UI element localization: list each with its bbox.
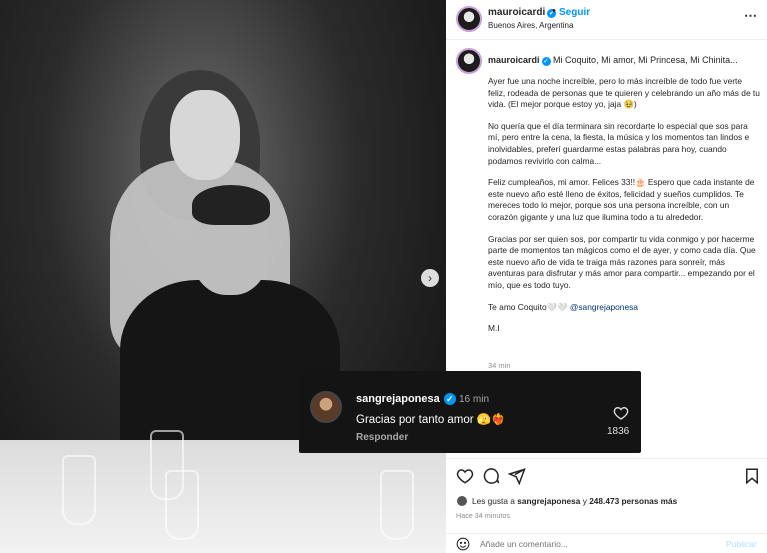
caption-love-text: Te amo Coquito🤍🤍 <box>488 301 568 312</box>
publish-button[interactable]: Publicar <box>726 539 757 549</box>
likes-middle: y <box>582 496 587 506</box>
caption-paragraph: Ayer fue una noche increíble, pero lo má… <box>488 76 760 110</box>
follow-button[interactable]: Seguir <box>559 7 590 18</box>
avatar[interactable] <box>456 495 468 507</box>
verified-icon: ✓ <box>541 57 551 66</box>
comment-time: 16 min <box>459 394 490 405</box>
heart-icon[interactable] <box>456 467 474 485</box>
photo-glass <box>165 470 199 540</box>
caption-heading: mauroicardi ✓ Mi Coquito, Mi amor, Mi Pri… <box>488 55 758 66</box>
post-side-panel: mauroicardi ✓ • Seguir Buenos Aires, Arge… <box>446 0 767 553</box>
post-photo[interactable]: › <box>0 0 446 553</box>
photo-glass <box>380 470 414 540</box>
likes-user-link[interactable]: sangrejaponesa <box>517 496 580 506</box>
caption-paragraph: Feliz cumpleaños, mi amor. Felices 33!!🎂… <box>488 177 755 222</box>
comment-username-text[interactable]: sangrejaponesa <box>356 393 440 405</box>
avatar[interactable] <box>456 6 482 32</box>
bookmark-icon[interactable] <box>743 467 761 485</box>
share-icon[interactable] <box>508 467 526 485</box>
emoji-icon[interactable] <box>456 537 470 551</box>
comment-input[interactable] <box>480 537 710 551</box>
caption-body: Ayer fue una noche increíble, pero lo má… <box>488 76 760 345</box>
more-options-icon[interactable]: ⋯ <box>744 8 758 24</box>
caption-love-line: Te amo Coquito🤍🤍 @sangrejaponesa <box>488 302 760 314</box>
caption-paragraph: Gracias por ser quien sos, por compartir… <box>488 233 756 290</box>
action-bar: Les gusta a sangrejaponesa y 248.473 per… <box>446 458 767 520</box>
caption-signature: M.I <box>488 323 500 334</box>
photo-glass <box>62 455 96 525</box>
caption-first-line: Mi Coquito, Mi amor, Mi Princesa, Mi Chi… <box>553 55 738 65</box>
caption-paragraph: No quería que el día terminara sin recor… <box>488 120 750 166</box>
verified-icon: ✓ <box>443 393 456 405</box>
likes-count-link[interactable]: 248.473 personas más <box>589 496 677 506</box>
likes-prefix: Les gusta a <box>472 496 515 506</box>
comment-like-count: 1836 <box>607 426 630 437</box>
avatar[interactable] <box>310 391 342 423</box>
post-header: mauroicardi ✓ • Seguir Buenos Aires, Arge… <box>446 0 767 40</box>
separator-dot: • <box>552 5 556 17</box>
author-username[interactable]: mauroicardi ✓ <box>488 7 557 18</box>
avatar[interactable] <box>456 48 482 74</box>
highlighted-comment-card: sangrejaponesa ✓ 16 min Gracias por tanto… <box>299 371 641 453</box>
photo-woman-face <box>170 90 240 180</box>
caption-time: 34 min <box>488 361 511 370</box>
reply-button[interactable]: Responder <box>356 432 408 443</box>
mention-link[interactable]: @sangrejaponesa <box>570 302 638 312</box>
comment-username[interactable]: sangrejaponesa ✓ <box>356 393 456 405</box>
post-timestamp: Hace 34 minutos <box>456 511 510 520</box>
heart-icon[interactable] <box>613 405 629 421</box>
comment-icon[interactable] <box>482 467 500 485</box>
comment-composer: Publicar <box>446 533 767 553</box>
carousel-next-button[interactable]: › <box>421 269 439 287</box>
caption-username[interactable]: mauroicardi <box>488 55 540 65</box>
author-username-text[interactable]: mauroicardi <box>488 7 545 18</box>
comment-text: Gracias por tanto amor 🫣❤️‍🔥 <box>356 414 506 426</box>
likes-summary: Les gusta a sangrejaponesa y 248.473 per… <box>472 496 677 506</box>
location-link[interactable]: Buenos Aires, Argentina <box>488 21 573 30</box>
photo-man-hair <box>192 185 270 225</box>
